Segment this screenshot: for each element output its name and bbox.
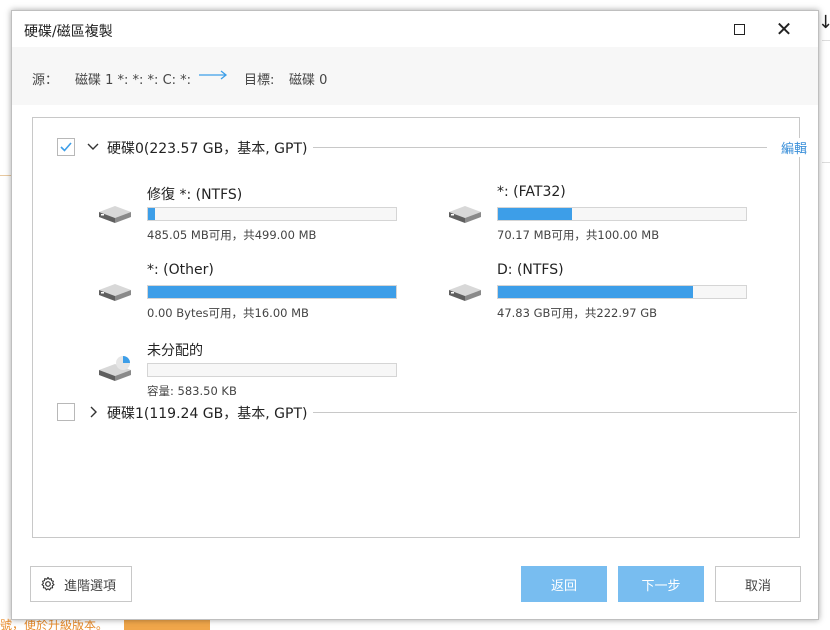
partition-name: *: (Other) xyxy=(147,262,214,278)
partition-name: 修復 *: (NTFS) xyxy=(147,187,243,203)
maximize-button[interactable] xyxy=(727,17,751,41)
close-button[interactable]: ✕ xyxy=(772,17,796,41)
checkmark-icon xyxy=(60,142,72,152)
advanced-options-button[interactable]: 進階選項 xyxy=(30,566,132,602)
gear-icon xyxy=(41,576,55,591)
partition-item[interactable]: 未分配的 容量: 583.50 KB xyxy=(95,340,397,402)
close-icon: ✕ xyxy=(775,17,793,41)
partition-item[interactable]: D: (NTFS) 47.83 GB可用，共222.97 GB xyxy=(445,262,747,324)
partition-info: 容量: 583.50 KB xyxy=(147,384,237,398)
partition-info: 70.17 MB可用，共100.00 MB xyxy=(497,228,660,242)
chevron-down-icon[interactable] xyxy=(85,139,101,155)
disk-title: 硬碟1(119.24 GB，基本, GPT) xyxy=(107,403,314,423)
partition-usage-fill xyxy=(498,208,572,220)
target-label: 目標: xyxy=(244,73,275,88)
disk-divider xyxy=(297,412,797,413)
background-divider xyxy=(822,162,830,163)
arrow-right-icon xyxy=(199,70,228,80)
disk-row: 硬碟0(223.57 GB，基本, GPT) 編輯 xyxy=(57,136,807,158)
edit-link[interactable]: 編輯 xyxy=(774,138,807,157)
source-target-bar: 源： 磁碟 1 *: *: *: C: *: 目標: 磁碟 0 xyxy=(12,47,818,105)
disk-list-panel[interactable]: 硬碟0(223.57 GB，基本, GPT) 編輯 修復 *: (NTFS) 4… xyxy=(32,117,807,538)
partition-name: *: (FAT32) xyxy=(497,184,566,200)
disk-divider xyxy=(297,147,767,148)
partition-usage-fill xyxy=(148,208,155,220)
source-value: 磁碟 1 *: *: *: C: *: xyxy=(75,73,192,88)
unallocated-drive-icon xyxy=(99,356,131,381)
back-button[interactable]: 返回 xyxy=(521,566,607,602)
drive-icon xyxy=(99,284,131,301)
next-button[interactable]: 下一步 xyxy=(618,566,704,602)
partition-usage-fill xyxy=(498,286,693,298)
partition-usage-bar xyxy=(147,285,397,299)
disk-clone-dialog: 硬碟/磁區複製 ✕ 源： 磁碟 1 *: *: *: C: *: 目標: 磁碟 … xyxy=(11,10,819,620)
partition-item[interactable]: 修復 *: (NTFS) 485.05 MB可用，共499.00 MB xyxy=(95,184,397,246)
disk-checkbox[interactable] xyxy=(57,403,75,421)
partition-item[interactable]: *: (FAT32) 70.17 MB可用，共100.00 MB xyxy=(445,184,747,246)
partition-name: D: (NTFS) xyxy=(497,262,564,278)
chevron-right-icon[interactable] xyxy=(85,404,101,420)
partition-usage-bar xyxy=(497,285,747,299)
disk-checkbox[interactable] xyxy=(57,138,75,156)
partition-usage-bar xyxy=(147,207,397,221)
maximize-icon xyxy=(733,23,745,35)
partition-usage-bar xyxy=(497,207,747,221)
partition-name: 未分配的 xyxy=(147,343,203,359)
partition-info: 485.05 MB可用，共499.00 MB xyxy=(147,228,317,242)
dialog-title: 硬碟/磁區複製 xyxy=(24,24,113,40)
advanced-options-label: 進階選項 xyxy=(64,578,117,594)
drive-icon xyxy=(449,206,481,223)
title-bar: 硬碟/磁區複製 ✕ xyxy=(12,11,818,47)
background-divider xyxy=(822,40,830,41)
partition-usage-fill xyxy=(148,286,396,298)
disk-row: 硬碟1(119.24 GB，基本, GPT) xyxy=(57,401,797,423)
partition-info: 47.83 GB可用，共222.97 GB xyxy=(497,306,658,320)
drive-icon xyxy=(99,206,131,223)
disk-title: 硬碟0(223.57 GB，基本, GPT) xyxy=(107,138,314,158)
background-sort-icon: ↓ xyxy=(818,12,830,33)
target-value: 磁碟 0 xyxy=(289,73,328,88)
partition-usage-bar xyxy=(147,363,397,377)
partition-info: 0.00 Bytes可用，共16.00 MB xyxy=(147,306,309,320)
drive-icon xyxy=(449,284,481,301)
cancel-button[interactable]: 取消 xyxy=(715,566,801,602)
partition-item[interactable]: *: (Other) 0.00 Bytes可用，共16.00 MB xyxy=(95,262,397,324)
source-label: 源： xyxy=(32,73,59,88)
